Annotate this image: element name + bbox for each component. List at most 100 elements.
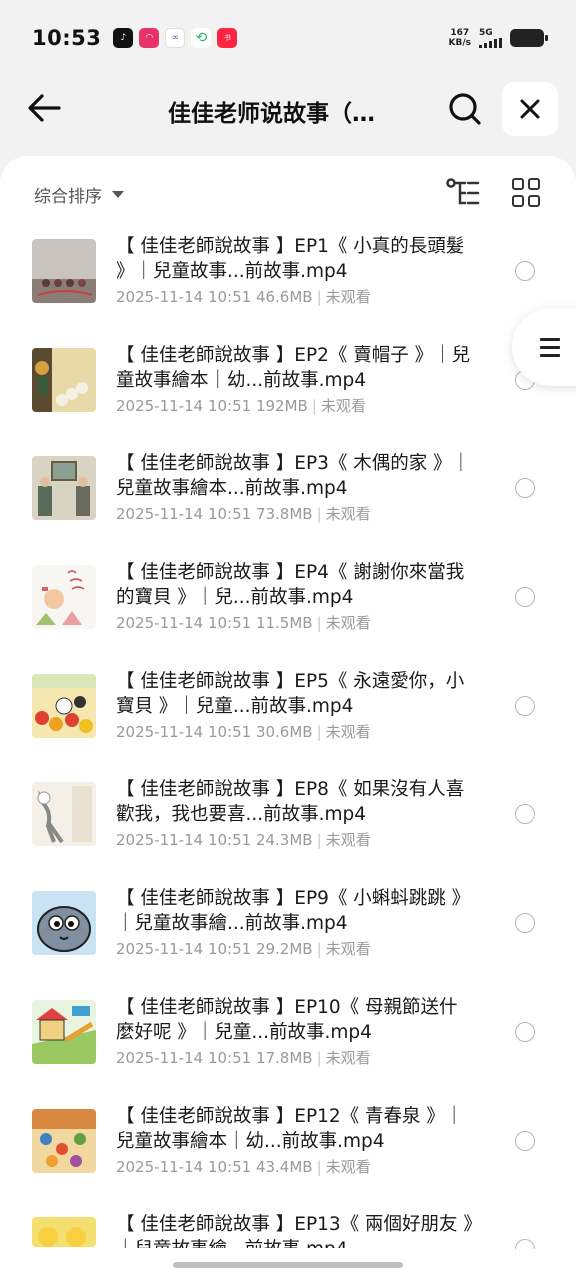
file-name: 【 佳佳老師說故事 】EP10《 母親節送什麼好呢 》｜兒童...前故事.mp4 [116, 996, 458, 1043]
list-item[interactable]: 【 佳佳老師說故事 】EP1《 小真的長頭髮 》｜兒童故事...前故事.mp4 … [0, 226, 576, 335]
network-type: 5G [479, 28, 493, 38]
watch-status: 未观看 [325, 940, 371, 959]
home-indicator[interactable] [173, 1262, 403, 1268]
list-item[interactable]: 【 佳佳老師說故事 】EP2《 賣帽子 》｜兒童故事繪本｜幼...前故事.mp4… [0, 335, 576, 444]
close-button[interactable] [502, 82, 558, 136]
list-item[interactable]: 【 佳佳老師說故事 】EP3《 木偶的家 》｜兒童故事繪本...前故事.mp4 … [0, 443, 576, 552]
search-button[interactable] [444, 88, 486, 130]
page-title: 佳佳老师说故事（… [168, 101, 375, 127]
menu-lines-icon [540, 337, 560, 357]
video-thumbnail [32, 1217, 96, 1248]
grid-view-button[interactable] [512, 178, 542, 208]
select-checkbox[interactable] [515, 478, 535, 499]
app-icon-circles: ∞ [165, 28, 186, 48]
file-size: 46.6MB [255, 288, 313, 306]
arrow-left-icon [28, 94, 61, 122]
notification-icons: ♪ ◠ ∞ ⟲ 书 [113, 28, 238, 48]
file-meta: 2025-11-14 10:51 30.6MB | 未观看 [116, 722, 371, 741]
battery-icon [510, 29, 548, 47]
video-thumbnail [32, 347, 96, 412]
list-item[interactable]: 【 佳佳老師說故事 】EP12《 青春泉 》｜兒童故事繪本｜幼...前故事.mp… [0, 1096, 576, 1205]
video-thumbnail [32, 891, 96, 956]
close-icon [520, 99, 540, 119]
file-date: 2025-11-14 10:51 [116, 1048, 252, 1067]
tree-view-icon [446, 178, 480, 205]
file-list: 【 佳佳老師說故事 】EP1《 小真的長頭髮 》｜兒童故事...前故事.mp4 … [0, 226, 576, 1280]
select-checkbox[interactable] [515, 913, 535, 934]
file-size: 192MB [255, 396, 308, 415]
app-icon-green: ⟲ [191, 28, 212, 48]
watch-status: 未观看 [325, 722, 371, 741]
list-item[interactable]: 【 佳佳老師說故事 】EP5《 永遠愛你，小寶貝 》｜兒童...前故事.mp4 … [0, 661, 576, 770]
file-date: 2025-11-14 10:51 [116, 940, 252, 959]
status-right: 167 KB/s 5G [449, 28, 548, 48]
file-date: 2025-11-14 10:51 [116, 1157, 252, 1176]
watch-status: 未观看 [325, 831, 371, 850]
file-size: 29.2MB [255, 940, 313, 959]
app-icon-pink: ◠ [139, 28, 160, 48]
file-size: 73.8MB [255, 505, 313, 524]
file-date: 2025-11-14 10:51 [116, 288, 252, 306]
watch-status: 未观看 [325, 1157, 371, 1176]
file-size: 17.8MB [255, 1048, 313, 1067]
app-icon-red: 书 [217, 28, 238, 48]
file-date: 2025-11-14 10:51 [116, 505, 252, 524]
video-thumbnail [32, 673, 96, 738]
network-speed: 167 KB/s [449, 28, 471, 48]
tiktok-icon: ♪ [113, 28, 134, 48]
video-thumbnail [32, 782, 96, 847]
video-thumbnail [32, 565, 96, 630]
search-icon [449, 93, 481, 125]
file-meta: 2025-11-14 10:51 43.4MB | 未观看 [116, 1157, 371, 1176]
speed-value: 167 [450, 28, 470, 38]
file-size: 43.4MB [255, 1157, 313, 1176]
speed-unit: KB/s [448, 38, 471, 48]
file-size: 30.6MB [255, 722, 313, 741]
file-meta: 2025-11-14 10:51 46.6MB | 未观看 [116, 288, 371, 306]
status-time: 10:53 [32, 26, 102, 50]
list-item[interactable]: 【 佳佳老師說故事 】EP4《 謝謝你來當我的寶貝 》｜兒...前故事.mp4 … [0, 552, 576, 661]
file-name: 【 佳佳老師說故事 】EP13《 兩個好朋友 》｜兒童故事繪...前故事.mp4 [116, 1214, 473, 1248]
file-name: 【 佳佳老師說故事 】EP2《 賣帽子 》｜兒童故事繪本｜幼...前故事.mp4 [116, 344, 471, 391]
select-checkbox[interactable] [515, 587, 535, 608]
list-item[interactable]: 【 佳佳老師說故事 】EP8《 如果沒有人喜歡我，我也要喜...前故事.mp4 … [0, 769, 576, 878]
select-checkbox[interactable] [515, 1130, 535, 1151]
tree-view-button[interactable] [446, 178, 480, 208]
list-toolbar: 综合排序 [0, 156, 576, 232]
watch-status: 未观看 [325, 614, 371, 633]
file-name: 【 佳佳老師說故事 】EP9《 小蝌蚪跳跳 》｜兒童故事繪...前故事.mp4 [116, 888, 471, 935]
file-name: 【 佳佳老師說故事 】EP5《 永遠愛你，小寶貝 》｜兒童...前故事.mp4 [116, 670, 465, 717]
file-meta: 2025-11-14 10:51 73.8MB | 未观看 [116, 505, 371, 524]
file-name: 【 佳佳老師說故事 】EP1《 小真的長頭髮 》｜兒童故事...前故事.mp4 [116, 236, 465, 282]
file-date: 2025-11-14 10:51 [116, 831, 252, 850]
grid-view-icon [512, 178, 524, 190]
watch-status: 未观看 [320, 396, 366, 415]
select-checkbox[interactable] [515, 695, 535, 716]
file-meta: 2025-11-14 10:51 17.8MB | 未观看 [116, 1048, 371, 1067]
file-date: 2025-11-14 10:51 [116, 614, 252, 633]
signal-icon: 5G [479, 28, 502, 48]
file-name: 【 佳佳老師說故事 】EP3《 木偶的家 》｜兒童故事繪本...前故事.mp4 [116, 453, 471, 500]
select-checkbox[interactable] [515, 804, 535, 825]
sort-label: 综合排序 [34, 187, 102, 207]
file-date: 2025-11-14 10:51 [116, 396, 252, 415]
list-item[interactable]: 【 佳佳老師說故事 】EP13《 兩個好朋友 》｜兒童故事繪...前故事.mp4 [0, 1204, 576, 1280]
sort-dropdown[interactable]: 综合排序 [34, 182, 124, 207]
file-name: 【 佳佳老師說故事 】EP4《 謝謝你來當我的寶貝 》｜兒...前故事.mp4 [116, 562, 465, 609]
chevron-down-icon [112, 191, 124, 198]
back-button[interactable] [24, 88, 64, 128]
list-item[interactable]: 【 佳佳老師說故事 】EP9《 小蝌蚪跳跳 》｜兒童故事繪...前故事.mp4 … [0, 878, 576, 987]
select-checkbox[interactable] [515, 1021, 535, 1042]
file-list-sheet: 综合排序 【 佳佳老師說故事 】EP1《 小真的長頭髮 》｜兒童故事...前故事… [0, 156, 576, 1280]
status-bar: 10:53 ♪ ◠ ∞ ⟲ 书 167 KB/s 5G [0, 0, 576, 76]
file-meta: 2025-11-14 10:51 24.3MB | 未观看 [116, 831, 371, 850]
video-thumbnail [32, 456, 96, 521]
file-date: 2025-11-14 10:51 [116, 722, 252, 741]
select-checkbox[interactable] [515, 261, 535, 281]
watch-status: 未观看 [325, 288, 371, 306]
file-size: 24.3MB [255, 831, 313, 850]
select-checkbox[interactable] [515, 1239, 535, 1250]
file-name: 【 佳佳老師說故事 】EP8《 如果沒有人喜歡我，我也要喜...前故事.mp4 [116, 779, 465, 826]
list-item[interactable]: 【 佳佳老師說故事 】EP10《 母親節送什麼好呢 》｜兒童...前故事.mp4… [0, 987, 576, 1096]
file-name: 【 佳佳老師說故事 】EP12《 青春泉 》｜兒童故事繪本｜幼...前故事.mp… [116, 1105, 464, 1152]
